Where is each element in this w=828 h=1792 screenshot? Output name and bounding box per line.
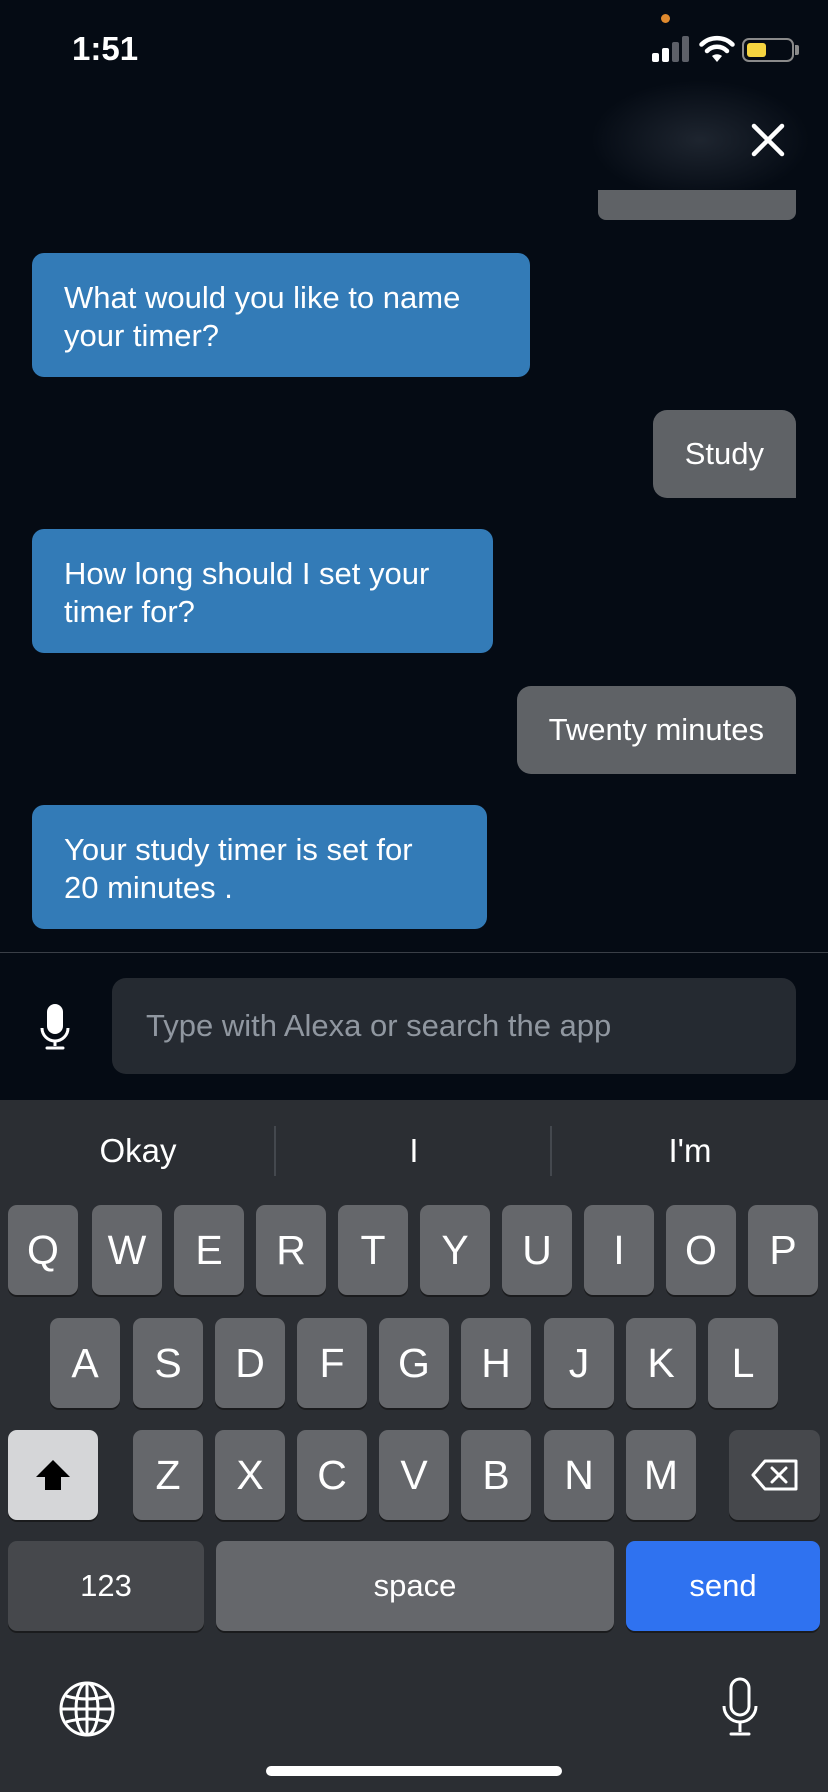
key-i[interactable]: I <box>584 1205 654 1295</box>
home-indicator <box>266 1766 562 1776</box>
key-q[interactable]: Q <box>8 1205 78 1295</box>
divider <box>0 952 828 953</box>
key-c[interactable]: C <box>297 1430 367 1520</box>
suggestion-bar: Okay I I'm <box>0 1100 828 1200</box>
alexa-message: What would you like to name your timer? <box>32 253 530 377</box>
battery-cap <box>795 45 799 55</box>
key-o[interactable]: O <box>666 1205 736 1295</box>
key-x[interactable]: X <box>215 1430 285 1520</box>
wifi-icon <box>699 35 735 62</box>
search-input-container[interactable] <box>112 978 796 1074</box>
alexa-message: Your study timer is set for 20 minutes . <box>32 805 487 929</box>
suggestion-i[interactable]: I <box>276 1132 552 1170</box>
message-text: Your study timer is set for 20 minutes . <box>64 832 413 905</box>
key-f[interactable]: F <box>297 1318 367 1408</box>
status-time: 1:51 <box>72 30 139 67</box>
key-e[interactable]: E <box>174 1205 244 1295</box>
key-v[interactable]: V <box>379 1430 449 1520</box>
numbers-key[interactable]: 123 <box>8 1541 204 1631</box>
key-p[interactable]: P <box>748 1205 818 1295</box>
message-text: Study <box>684 436 764 471</box>
key-y[interactable]: Y <box>420 1205 490 1295</box>
key-d[interactable]: D <box>215 1318 285 1408</box>
alexa-message: How long should I set your timer for? <box>32 529 493 653</box>
key-j[interactable]: J <box>544 1318 614 1408</box>
user-message: Twenty minutes <box>516 686 796 774</box>
recording-indicator-dot <box>661 14 670 23</box>
message-text: How long should I set your timer for? <box>64 556 430 629</box>
user-message: Study <box>652 410 796 498</box>
shift-icon <box>36 1460 70 1490</box>
close-icon[interactable] <box>740 112 796 168</box>
message-text: Twenty minutes <box>548 712 764 747</box>
key-w[interactable]: W <box>92 1205 162 1295</box>
key-s[interactable]: S <box>133 1318 203 1408</box>
key-l[interactable]: L <box>708 1318 778 1408</box>
key-a[interactable]: A <box>50 1318 120 1408</box>
microphone-icon[interactable] <box>720 1676 760 1738</box>
key-b[interactable]: B <box>461 1430 531 1520</box>
backspace-icon <box>751 1459 797 1491</box>
key-r[interactable]: R <box>256 1205 326 1295</box>
key-m[interactable]: M <box>626 1430 696 1520</box>
search-input[interactable] <box>112 978 796 1074</box>
previous-message-partial <box>598 190 796 220</box>
battery-icon <box>742 38 794 62</box>
key-u[interactable]: U <box>502 1205 572 1295</box>
key-n[interactable]: N <box>544 1430 614 1520</box>
key-z[interactable]: Z <box>133 1430 203 1520</box>
signal-icon <box>652 36 690 62</box>
key-h[interactable]: H <box>461 1318 531 1408</box>
globe-icon[interactable] <box>58 1680 116 1738</box>
key-k[interactable]: K <box>626 1318 696 1408</box>
microphone-icon[interactable] <box>38 1002 72 1052</box>
space-key[interactable]: space <box>216 1541 614 1631</box>
message-text: What would you like to name your timer? <box>64 280 461 353</box>
suggestion-okay[interactable]: Okay <box>0 1132 276 1170</box>
shift-key[interactable] <box>8 1430 98 1520</box>
key-g[interactable]: G <box>379 1318 449 1408</box>
send-key[interactable]: send <box>626 1541 820 1631</box>
key-t[interactable]: T <box>338 1205 408 1295</box>
suggestion-im[interactable]: I'm <box>552 1132 828 1170</box>
backspace-key[interactable] <box>729 1430 820 1520</box>
